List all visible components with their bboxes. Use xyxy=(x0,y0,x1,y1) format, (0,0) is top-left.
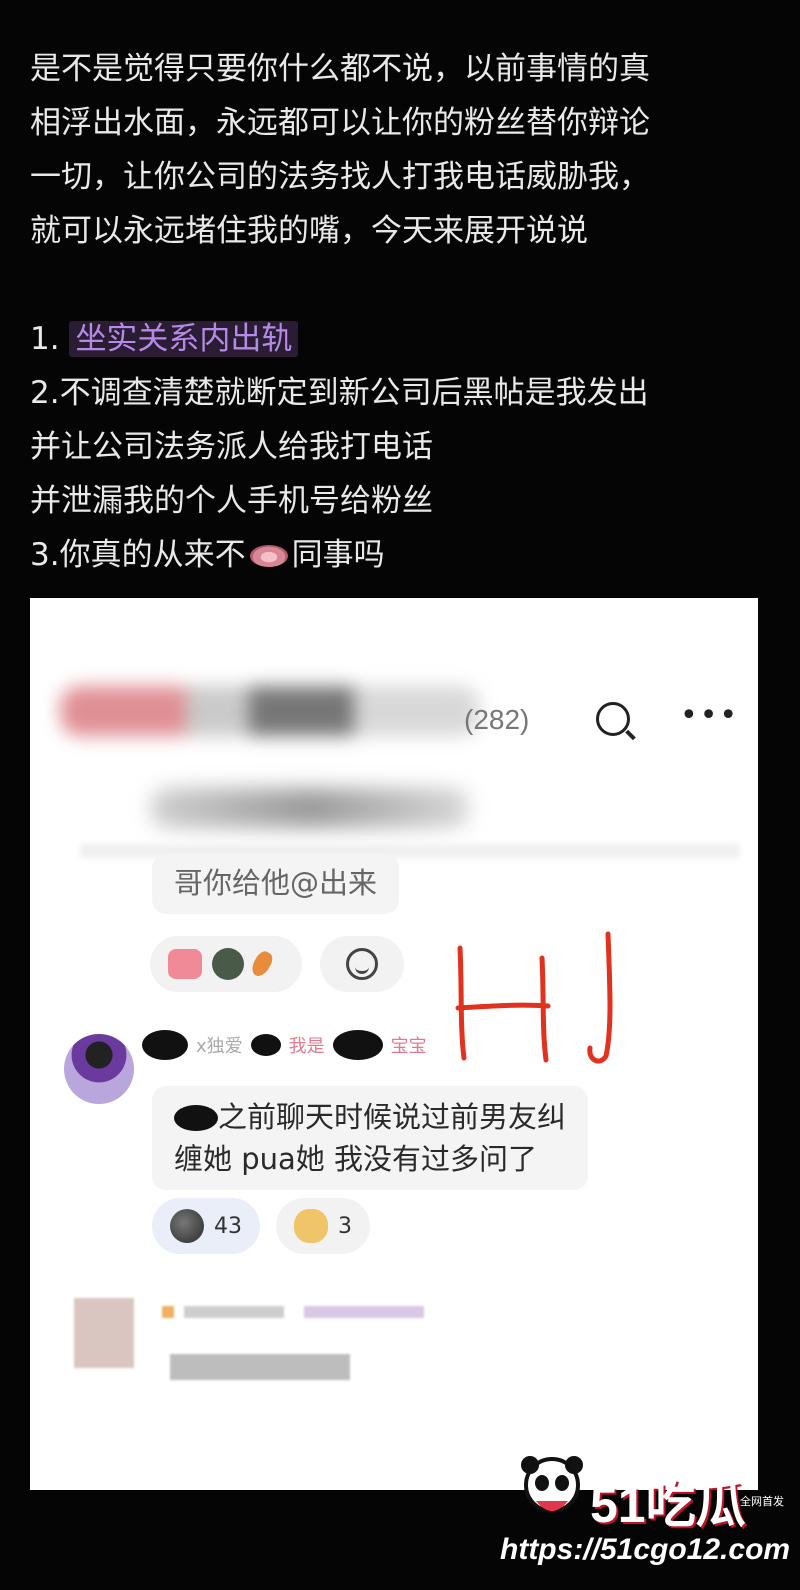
comment-text: 之前聊天时候说过前男友纠 xyxy=(218,1100,567,1134)
search-icon[interactable] xyxy=(596,702,630,736)
moon-face-icon xyxy=(170,1209,204,1243)
avatar xyxy=(212,948,244,980)
username-row: x独爱 我是 宝宝 xyxy=(142,1030,427,1060)
reaction-count: 43 xyxy=(214,1213,242,1239)
cat-face-icon xyxy=(294,1209,328,1243)
blurred-group-title xyxy=(60,686,480,736)
redaction-blot xyxy=(332,1030,383,1060)
reaction-pill[interactable]: 43 xyxy=(152,1198,260,1254)
post-line: 就可以永远堵住我的嘴，今天来展开说说 xyxy=(30,213,588,249)
comment-bubble: 哥你给他@出来 xyxy=(152,854,400,914)
username-fragment: x独爱 xyxy=(196,1036,243,1057)
highlighted-text: 坐实关系内出轨 xyxy=(69,321,299,357)
comment-line: 之前聊天时候说过前男友纠 xyxy=(174,1096,566,1138)
thumbs-up-icon xyxy=(168,949,202,979)
post-line: 一切，让你公司的法务找人打我电话威胁我， xyxy=(30,159,650,195)
more-icon[interactable]: ••• xyxy=(680,698,739,733)
chat-screenshot: (282) ••• 哥你给他@出来 x独爱 我是 宝宝 之前聊天时候说过前男友纠… xyxy=(30,598,758,1490)
list-item-3-pre: 3.你真的从来不 xyxy=(30,537,246,573)
brand-name: 51吃瓜 xyxy=(590,1477,746,1533)
list-item-2: 2.不调查清楚就断定到新公司后黑帖是我发出 xyxy=(30,375,649,411)
panda-logo-icon xyxy=(521,1456,583,1513)
comment-bubble: 之前聊天时候说过前男友纠 缠她 pua她 我没有过多问了 xyxy=(152,1086,589,1190)
redaction-blot xyxy=(142,1030,188,1060)
list-item-1: 1. 坐实关系内出轨 xyxy=(30,312,770,366)
tag-fragment: 宝宝 xyxy=(390,1036,427,1057)
comment-line: 缠她 pua她 我没有过多问了 xyxy=(174,1142,537,1176)
list-item-3-post: 同事吗 xyxy=(291,537,385,573)
lips-icon xyxy=(249,545,288,567)
user-avatar[interactable] xyxy=(64,1034,134,1104)
add-reaction-button[interactable] xyxy=(320,936,404,992)
post-text: 是不是觉得只要你什么都不说，以前事情的真 相浮出水面，永远都可以让你的粉丝替你辩… xyxy=(30,42,770,582)
post-line: 相浮出水面，永远都可以让你的粉丝替你辩论 xyxy=(30,105,650,141)
watermark: 51吃瓜 全网首发 https://51cgo12.com xyxy=(500,1455,790,1585)
list-number: 1. xyxy=(30,321,60,357)
post-line: 是不是觉得只要你什么都不说，以前事情的真 xyxy=(30,51,650,87)
pixelated-comment xyxy=(74,1298,454,1398)
blurred-subtitle xyxy=(150,788,470,828)
reaction-pill[interactable]: 3 xyxy=(276,1198,370,1254)
member-count: (282) xyxy=(464,704,530,735)
tag-fragment: 我是 xyxy=(288,1036,325,1057)
list-item-2-cont: 并让公司法务派人给我打电话 xyxy=(30,429,433,465)
redaction-blot xyxy=(250,1034,281,1056)
list-item-2-cont: 并泄漏我的个人手机号给粉丝 xyxy=(30,483,433,519)
reaction-count: 3 xyxy=(338,1213,352,1239)
emoji-add-icon xyxy=(346,948,378,980)
handwritten-annotation xyxy=(455,931,613,1064)
reaction-pill[interactable] xyxy=(150,936,302,992)
redaction-blot xyxy=(174,1105,218,1131)
brand-tagline: 全网首发 xyxy=(740,1495,784,1508)
carrot-icon xyxy=(248,948,276,980)
list-item-3: 3.你真的从来不 同事吗 xyxy=(30,528,770,582)
brand-url: https://51cgo12.com xyxy=(500,1533,791,1566)
